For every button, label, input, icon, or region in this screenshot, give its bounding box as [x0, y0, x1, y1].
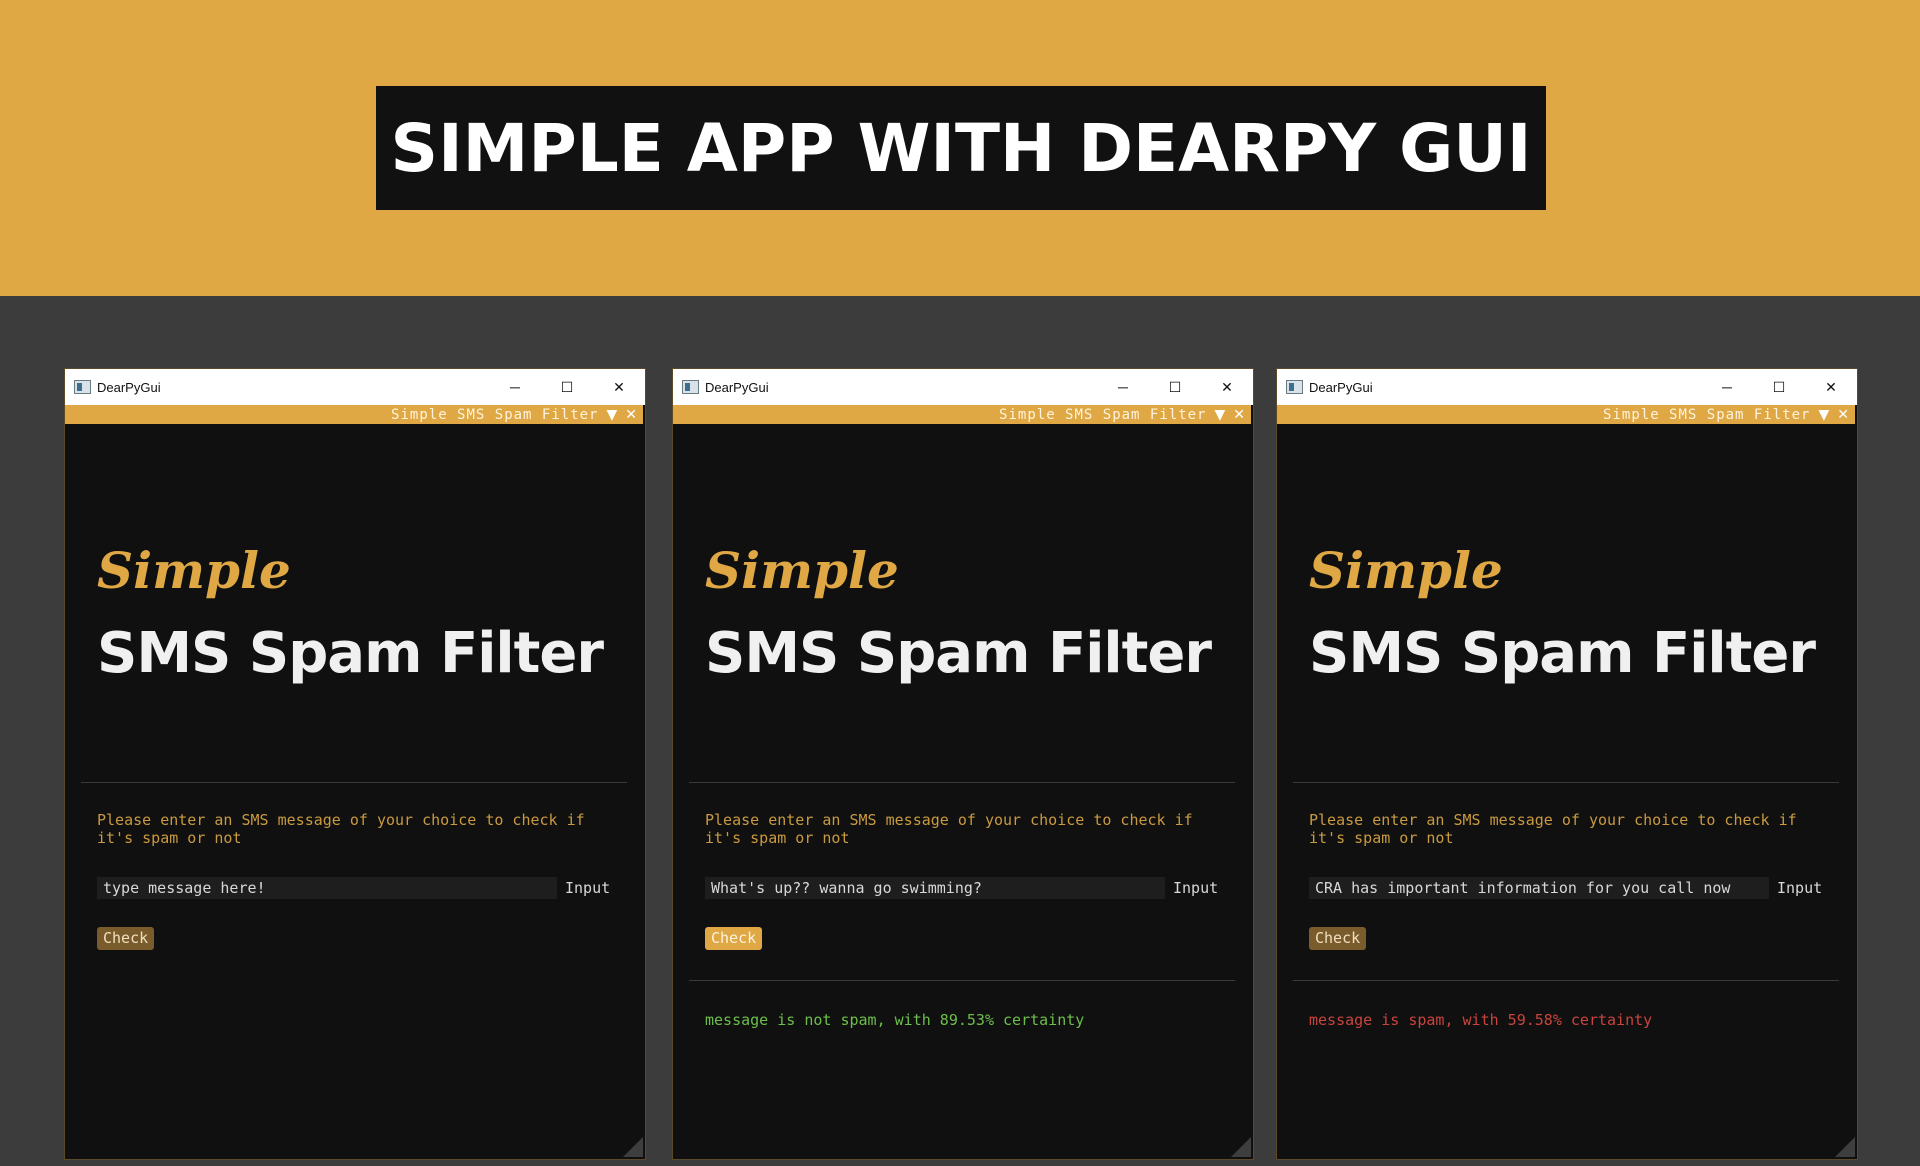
inner-close-icon[interactable]: ✕: [625, 407, 637, 423]
app-window-3[interactable]: DearPyGui ─ ☐ ✕ Simple SMS Spam Filter ▼…: [1276, 368, 1858, 1160]
close-icon[interactable]: ✕: [593, 369, 645, 405]
collapse-icon[interactable]: ▼: [1214, 407, 1225, 423]
logo-simple: Simple: [97, 541, 291, 600]
separator: [1293, 980, 1839, 981]
message-input[interactable]: CRA has important information for you ca…: [1309, 877, 1769, 899]
prompt-text: Please enter an SMS message of your choi…: [1309, 811, 1797, 847]
resize-grip[interactable]: [623, 1137, 643, 1157]
logo-simple: Simple: [1309, 541, 1503, 600]
app-icon: [74, 380, 91, 394]
close-icon[interactable]: ✕: [1201, 369, 1253, 405]
minimize-icon[interactable]: ─: [489, 369, 541, 405]
app-icon: [682, 380, 699, 394]
separator: [689, 980, 1235, 981]
app-window-1[interactable]: DearPyGui ─ ☐ ✕ Simple SMS Spam Filter ▼…: [64, 368, 646, 1160]
window-titlebar[interactable]: DearPyGui ─ ☐ ✕: [673, 369, 1253, 405]
banner-title-box: SIMPLE APP WITH DEARPY GUI: [376, 86, 1546, 210]
message-input[interactable]: What's up?? wanna go swimming?: [705, 877, 1165, 899]
app-icon: [1286, 380, 1303, 394]
resize-grip[interactable]: [1835, 1137, 1855, 1157]
window-title: DearPyGui: [1309, 379, 1373, 395]
resize-grip[interactable]: [1231, 1137, 1251, 1157]
maximize-icon[interactable]: ☐: [1753, 369, 1805, 405]
separator: [81, 782, 627, 783]
close-icon[interactable]: ✕: [1805, 369, 1857, 405]
window-title: DearPyGui: [97, 379, 161, 395]
app-window-2[interactable]: DearPyGui ─ ☐ ✕ Simple SMS Spam Filter ▼…: [672, 368, 1254, 1160]
banner: SIMPLE APP WITH DEARPY GUI: [0, 0, 1920, 296]
window-titlebar[interactable]: DearPyGui ─ ☐ ✕: [65, 369, 645, 405]
check-button[interactable]: Check: [1309, 927, 1367, 950]
window-title: DearPyGui: [705, 379, 769, 395]
logo-title: SMS Spam Filter: [705, 621, 1212, 686]
check-button[interactable]: Check: [97, 927, 155, 950]
prompt-text: Please enter an SMS message of your choi…: [705, 811, 1193, 847]
window-titlebar[interactable]: DearPyGui ─ ☐ ✕: [1277, 369, 1857, 405]
minimize-icon[interactable]: ─: [1097, 369, 1149, 405]
inner-window-title: Simple SMS Spam Filter: [391, 406, 599, 423]
inner-window-titlebar[interactable]: Simple SMS Spam Filter ▼ ✕: [65, 405, 643, 424]
result-text: message is not spam, with 89.53% certain…: [705, 1011, 1085, 1029]
inner-close-icon[interactable]: ✕: [1233, 407, 1245, 423]
inner-close-icon[interactable]: ✕: [1837, 407, 1849, 423]
separator: [1293, 782, 1839, 783]
inner-window-title: Simple SMS Spam Filter: [999, 406, 1207, 423]
collapse-icon[interactable]: ▼: [1818, 407, 1829, 423]
minimize-icon[interactable]: ─: [1701, 369, 1753, 405]
input-label: Input: [1173, 879, 1219, 897]
prompt-text: Please enter an SMS message of your choi…: [97, 811, 585, 847]
message-input[interactable]: type message here!: [97, 877, 557, 899]
inner-window-titlebar[interactable]: Simple SMS Spam Filter ▼ ✕: [1277, 405, 1855, 424]
input-label: Input: [1777, 879, 1823, 897]
logo-title: SMS Spam Filter: [1309, 621, 1816, 686]
banner-title: SIMPLE APP WITH DEARPY GUI: [390, 109, 1532, 187]
maximize-icon[interactable]: ☐: [1149, 369, 1201, 405]
collapse-icon[interactable]: ▼: [606, 407, 617, 423]
maximize-icon[interactable]: ☐: [541, 369, 593, 405]
result-text: message is spam, with 59.58% certainty: [1309, 1011, 1653, 1029]
check-button[interactable]: Check: [705, 927, 763, 950]
logo-simple: Simple: [705, 541, 899, 600]
logo-title: SMS Spam Filter: [97, 621, 604, 686]
input-label: Input: [565, 879, 611, 897]
separator: [689, 782, 1235, 783]
inner-window-titlebar[interactable]: Simple SMS Spam Filter ▼ ✕: [673, 405, 1251, 424]
inner-window-title: Simple SMS Spam Filter: [1603, 406, 1811, 423]
